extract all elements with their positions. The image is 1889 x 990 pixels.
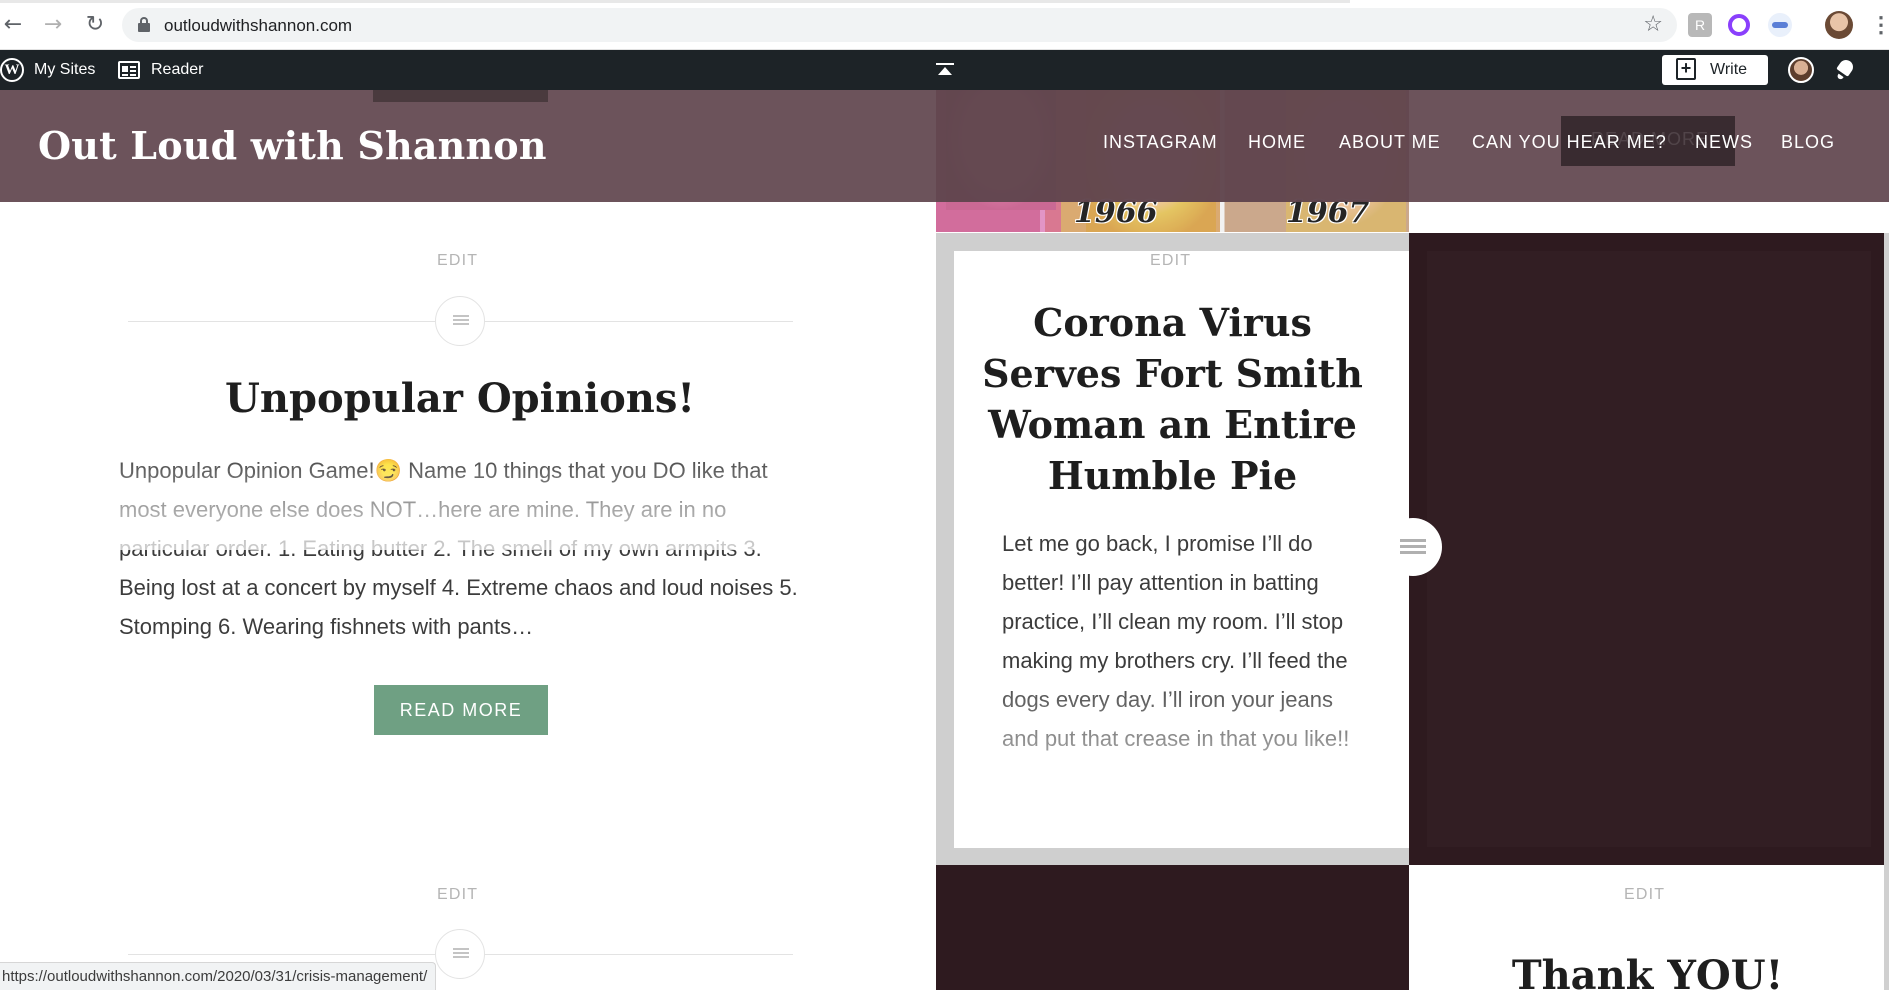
excerpt-fade (100, 450, 800, 550)
my-sites-link[interactable]: My Sites (34, 61, 95, 79)
browser-toolbar: ← → ↻ outloudwithshannon.com ☆ R ⋮ (0, 0, 1889, 50)
post-edit-link[interactable]: EDIT (437, 252, 478, 270)
collapse-bar-icon[interactable] (936, 63, 954, 77)
write-label: Write (1710, 61, 1748, 78)
post-format-icon (1384, 518, 1442, 576)
nav-news[interactable]: NEWS (1695, 132, 1753, 153)
browser-profile-avatar[interactable] (1825, 11, 1853, 39)
post-title[interactable]: Thank YOU! (1420, 952, 1875, 990)
post-edit-link[interactable]: EDIT (437, 886, 478, 904)
address-bar[interactable]: outloudwithshannon.com ☆ (122, 8, 1677, 42)
extension-icon[interactable]: R (1688, 13, 1712, 37)
write-button[interactable]: + Write (1662, 55, 1768, 85)
wp-admin-bar: W My Sites Reader + Write (0, 50, 1889, 90)
read-more-button[interactable]: READ MORE (374, 685, 548, 735)
forward-arrow-icon[interactable]: → (40, 12, 66, 38)
dark-featured-panel[interactable] (1409, 233, 1889, 865)
browser-menu-icon[interactable]: ⋮ (1870, 12, 1889, 38)
notifications-bell-icon[interactable] (1836, 60, 1856, 80)
reader-link[interactable]: Reader (151, 61, 203, 79)
page-content: 1966 1967 READ MORE Out Loud with Shanno… (0, 90, 1889, 990)
reload-icon[interactable]: ↻ (82, 12, 108, 38)
nav-home[interactable]: HOME (1248, 132, 1306, 153)
tab-strip-edge (0, 0, 1350, 3)
post-format-icon (435, 296, 485, 346)
link-status-bar: https://outloudwithshannon.com/2020/03/3… (0, 962, 437, 990)
user-avatar[interactable] (1788, 57, 1814, 83)
site-title[interactable]: Out Loud with Shannon (38, 123, 547, 168)
dark-featured-panel-bottom[interactable] (936, 865, 1409, 990)
post-edit-link[interactable]: EDIT (1624, 886, 1665, 904)
address-bar-url[interactable]: outloudwithshannon.com (164, 16, 352, 36)
excerpt-fade (954, 670, 1409, 848)
read-more-button-shadow (373, 90, 548, 102)
wordpress-logo-icon[interactable]: W (0, 58, 24, 82)
post-title[interactable]: Unpopular Opinions! (100, 375, 820, 422)
new-post-icon: + (1676, 58, 1696, 80)
back-arrow-icon[interactable]: ← (0, 12, 26, 38)
extension-ring-icon[interactable] (1728, 14, 1750, 36)
post-title[interactable]: Corona Virus Serves Fort Smith Woman an … (980, 297, 1365, 501)
scrollbar[interactable] (1884, 233, 1889, 990)
nav-blog[interactable]: BLOG (1781, 132, 1835, 153)
reader-icon[interactable] (118, 61, 140, 79)
bookmark-star-icon[interactable]: ☆ (1643, 12, 1663, 37)
post-format-icon (435, 929, 485, 979)
extension-mask-icon[interactable] (1768, 13, 1792, 37)
nav-about-me[interactable]: ABOUT ME (1339, 132, 1441, 153)
nav-instagram[interactable]: INSTAGRAM (1103, 132, 1218, 153)
lock-icon (138, 17, 150, 32)
nav-can-you-hear-me[interactable]: CAN YOU HEAR ME? (1472, 132, 1667, 153)
post-edit-link[interactable]: EDIT (1150, 252, 1191, 270)
